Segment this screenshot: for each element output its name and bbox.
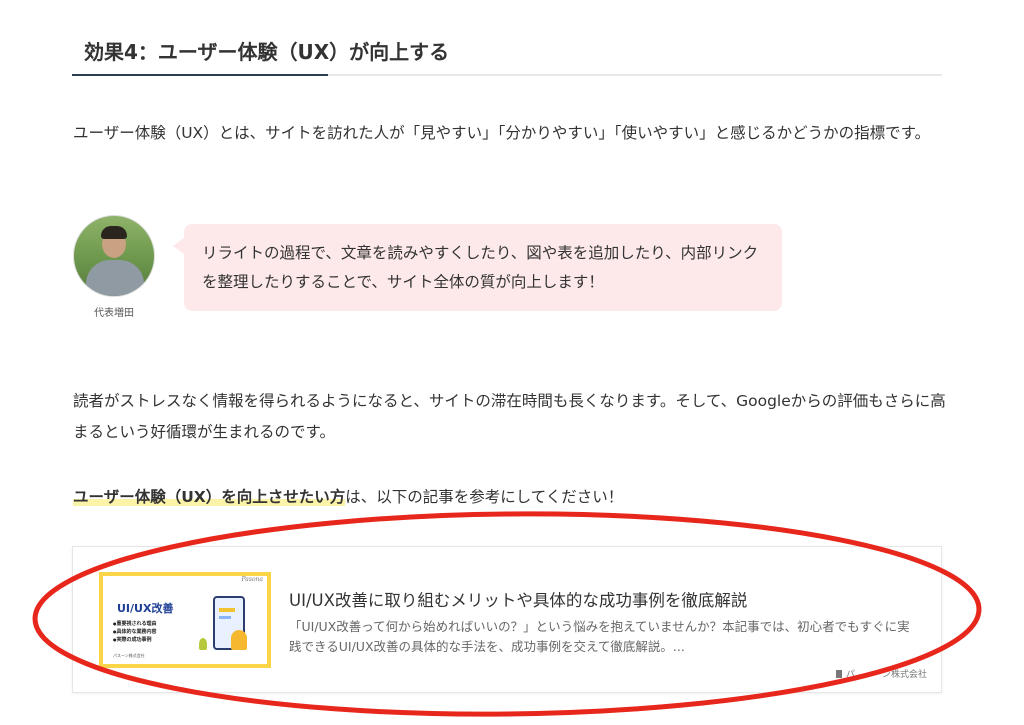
article-description: 「UI/UX改善って何から始めればいいの？」という悩みを抱えていませんか？本記事… xyxy=(289,619,910,654)
thumbnail-bullet: 重要視される理由 xyxy=(113,620,157,628)
thumbnail-bullet: 具体的な業務内容 xyxy=(113,628,157,636)
cta-rest: は、以下の記事を参考にしてください！ xyxy=(345,488,624,506)
thumbnail-title: UI/UX改善 xyxy=(117,602,174,615)
related-article-card[interactable]: Pasona UI/UX改善 重要視される理由 具体的な業務内容 実際の成功事例… xyxy=(72,546,942,693)
person-illustration-icon xyxy=(231,630,247,650)
section-heading: 効果4：ユーザー体験（UX）が向上する xyxy=(72,30,942,76)
avatar-body xyxy=(86,260,144,296)
thumbnail-bullet: 実際の成功事例 xyxy=(113,636,157,644)
thumbnail-bullets: 重要視される理由 具体的な業務内容 実際の成功事例 xyxy=(113,620,157,644)
speech-bubble: リライトの過程で、文章を読みやすくしたり、図や表を追加したり、内部リンクを整理し… xyxy=(184,224,782,311)
cta-paragraph: ユーザー体験（UX）を向上させたい方は、以下の記事を参考にしてください！ xyxy=(73,482,953,513)
thumbnail-footer: パスーン株式会社 xyxy=(113,653,145,658)
intro-paragraph: ユーザー体験（UX）とは、サイトを訪れた人が「見やすい」「分かりやすい」「使いや… xyxy=(73,124,931,142)
speaker-name: 代表増田 xyxy=(94,308,134,319)
article-title-link[interactable]: UI/UX改善に取り組むメリットや具体的な成功事例を徹底解説 xyxy=(289,587,747,611)
body-paragraph: 読者がストレスなく情報を得られるようになると、サイトの滞在時間も長くなります。そ… xyxy=(73,392,946,441)
cta-highlight: ユーザー体験（UX）を向上させたい方 xyxy=(73,488,346,506)
thumbnail-brand: Pasona xyxy=(241,576,263,583)
article-thumbnail[interactable]: Pasona UI/UX改善 重要視される理由 具体的な業務内容 実際の成功事例… xyxy=(99,572,271,668)
article-source-label: パ ン株式会社 xyxy=(845,670,927,680)
article-source: パ ン株式会社 xyxy=(835,667,927,680)
section-heading-text: 効果4：ユーザー体験（UX）が向上する xyxy=(84,40,450,64)
thumbnail-inner: Pasona UI/UX改善 重要視される理由 具体的な業務内容 実際の成功事例… xyxy=(103,576,267,664)
document-icon xyxy=(835,670,842,678)
phone-screen-bar xyxy=(219,616,231,619)
avatar-hair xyxy=(101,226,127,239)
plant-illustration-icon xyxy=(199,638,207,650)
heading-accent-line xyxy=(72,74,328,76)
phone-screen-bar xyxy=(219,608,235,612)
speaker-avatar xyxy=(73,215,155,297)
